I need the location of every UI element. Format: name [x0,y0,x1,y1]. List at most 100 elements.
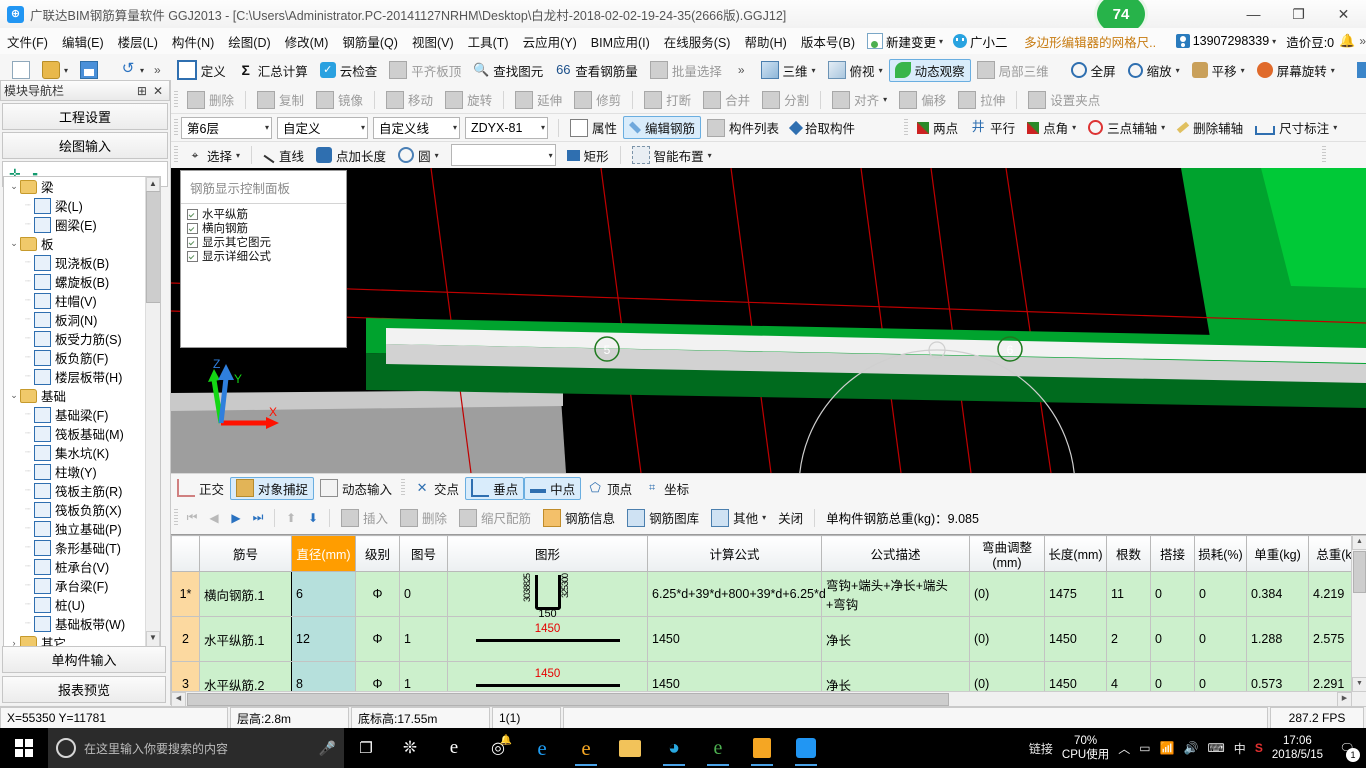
cell-unit_w[interactable]: 1.288 [1247,617,1309,662]
user-nick-button[interactable]: 广小二 [948,30,1013,53]
tree-item[interactable]: ┈梁(L) [4,196,144,215]
toolbar-overflow-icon-2[interactable]: » [738,63,745,77]
tree-folder[interactable]: ⌄梁 [4,177,144,196]
cell-idx[interactable]: 2 [172,617,200,662]
new-file-button[interactable] [6,59,36,81]
scroll-down-icon[interactable]: ▼ [146,631,160,647]
menu-draw[interactable]: 绘图(D) [221,29,277,54]
point-length-button[interactable]: 点加长度 [310,144,392,167]
tree-item[interactable]: ┈基础板带(W) [4,614,144,633]
menu-floor[interactable]: 楼层(L) [111,29,165,54]
table-header-dia[interactable]: 直径(mm) [292,536,356,572]
taskbar-app-notepad[interactable] [740,728,784,768]
toolbar-grip[interactable] [401,479,405,497]
toolbar-overflow-icon[interactable]: » [154,63,161,77]
pan-button[interactable]: 平移▾ [1186,59,1251,82]
scroll-thumb[interactable] [146,191,161,303]
tree-expander-icon[interactable]: ⌄ [8,390,20,401]
last-row-button[interactable]: ⏭ [247,507,269,529]
parallel-axis-button[interactable]: 井平行 [964,116,1021,139]
rebar-table[interactable]: 筋号直径(mm)级别图号图形计算公式公式描述弯曲调整(mm)长度(mm)根数搭接… [171,534,1366,706]
perpendicular-snap-button[interactable]: 垂点 [465,477,524,500]
tree-item[interactable]: ┈板受力筋(S) [4,329,144,348]
tree-expander-icon[interactable]: ⌄ [8,238,20,249]
cell-grade[interactable]: Φ [356,572,400,617]
checkbox[interactable] [187,251,198,262]
ime-indicator[interactable]: 中 [1234,740,1246,757]
taskbar-app-ggj[interactable] [784,728,828,768]
volume-icon[interactable]: 🔊 [1184,741,1199,755]
close-panel-button[interactable]: 关闭 [772,506,809,529]
rebar-library-button[interactable]: 钢筋图库 [621,506,705,529]
menu-tools[interactable]: 工具(T) [461,29,516,54]
keyboard-icon[interactable]: ⌨ [1207,741,1224,755]
rebar-info-button[interactable]: 钢筋信息 [537,506,621,529]
cell-length[interactable]: 1450 [1045,617,1107,662]
select-floor-button[interactable]: 选择楼层 [1351,59,1366,82]
cell-loss[interactable]: 0 [1195,572,1247,617]
minimize-button[interactable]: — [1231,0,1276,28]
save-button[interactable] [74,59,104,81]
promo-link[interactable]: 多边形编辑器的网格尺.. [1024,32,1156,51]
menu-modify[interactable]: 修改(M) [278,29,336,54]
cell-dia[interactable]: 12 [292,617,356,662]
menu-member[interactable]: 构件(N) [165,29,221,54]
scroll-right-icon[interactable]: ▶ [1337,692,1352,706]
cell-formula_desc[interactable]: 弯钩+端头+净长+端头+弯钩 [822,572,970,617]
table-vertical-scrollbar[interactable]: ▲ ▼ [1351,535,1366,706]
cell-bend_adj[interactable]: (0) [970,617,1045,662]
menu-rebar-qty[interactable]: 钢筋量(Q) [335,29,405,54]
notification-center-button[interactable]: 🗨 1 [1332,728,1362,768]
cell-length[interactable]: 1475 [1045,572,1107,617]
account-button[interactable]: 13907298339 ▾ [1171,32,1282,50]
scroll-up-icon[interactable]: ▲ [1352,535,1366,550]
tree-item[interactable]: ┈桩承台(V) [4,557,144,576]
menu-help[interactable]: 帮助(H) [737,29,793,54]
scroll-left-icon[interactable]: ◀ [171,692,186,706]
other-button[interactable]: 其他▾ [705,506,772,529]
tree-item[interactable]: ┈独立基础(P) [4,519,144,538]
tree-item[interactable]: ┈柱墩(Y) [4,462,144,481]
menu-edit[interactable]: 编辑(E) [55,29,111,54]
intersection-snap-button[interactable]: ✕交点 [408,477,465,500]
cell-count[interactable]: 2 [1107,617,1151,662]
type-select[interactable]: 自定义线▾ [373,117,460,139]
toolbar-grip[interactable] [174,146,178,164]
cell-name[interactable]: 横向钢筋.1 [200,572,292,617]
tree-item[interactable]: ┈现浇板(B) [4,253,144,272]
checkbox[interactable] [187,223,198,234]
table-horizontal-scrollbar[interactable]: ◀ ▶ [171,691,1366,706]
tree-item[interactable]: ┈板洞(N) [4,310,144,329]
draw-param-select[interactable]: ▾ [451,144,556,166]
cell-unit_w[interactable]: 0.384 [1247,572,1309,617]
table-header-idx[interactable] [172,536,200,572]
cell-figure[interactable]: 1450 [448,617,648,662]
category-select[interactable]: 自定义▾ [277,117,368,139]
tree-item[interactable]: ┈板负筋(F) [4,348,144,367]
edit-rebar-button[interactable]: 编辑钢筋 [623,116,701,139]
three-point-axis-button[interactable]: 三点辅轴▾ [1082,116,1171,139]
toolbar-grip[interactable] [1322,146,1326,164]
v-scroll-thumb[interactable] [1353,551,1366,593]
taskbar-app-browser-green[interactable]: e [696,728,740,768]
midpoint-snap-button[interactable]: 中点 [524,477,581,500]
rebar-display-option[interactable]: 水平纵筋 [187,207,346,221]
table-header-unit_w[interactable]: 单重(kg) [1247,536,1309,572]
view-rebar-qty-button[interactable]: 66查看钢筋量 [549,59,644,82]
tree-item[interactable]: ┈柱帽(V) [4,291,144,310]
pick-member-button[interactable]: 拾取构件 [785,116,861,139]
task-view-button[interactable]: ❐ [344,728,388,768]
table-row[interactable]: 1*横向钢筋.16Φ030388253253001506.25*d+39*d+8… [172,572,1366,617]
tree-item[interactable]: ┈筏板基础(M) [4,424,144,443]
wifi-icon[interactable]: 📶 [1160,741,1175,755]
microphone-icon[interactable]: 🎤 [319,740,336,757]
taskbar-app-edge[interactable]: e [520,728,564,768]
delete-axis-button[interactable]: 删除辅轴 [1171,116,1249,139]
cell-shape_no[interactable]: 0 [400,572,448,617]
battery-icon[interactable]: ▭ [1139,741,1150,755]
tree-scrollbar[interactable]: ▲ ▼ [145,177,160,647]
ortho-button[interactable]: 正交 [171,477,230,500]
table-header-formula_desc[interactable]: 公式描述 [822,536,970,572]
tree-item[interactable]: ┈桩(U) [4,595,144,614]
rectangle-tool-button[interactable]: 矩形 [561,144,615,167]
